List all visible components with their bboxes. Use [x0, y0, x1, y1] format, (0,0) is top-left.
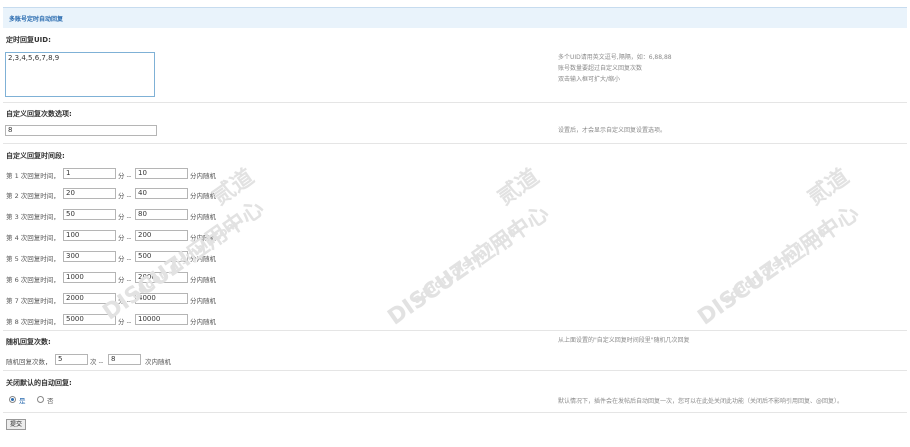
random-from-input[interactable]: 5	[55, 354, 88, 365]
random-prefix: 随机回复次数，	[6, 358, 52, 366]
interval-from-input[interactable]: 20	[63, 188, 116, 199]
interval-to-input[interactable]: 10	[135, 168, 188, 179]
panel-title: 多账号定时自动回复	[9, 16, 64, 23]
uid-hint-2: 账号数量要超过自定义回复次数	[558, 65, 643, 72]
random-mid-text: 次 --	[90, 358, 104, 366]
times-hint: 设置后，才会显示自定义回复设置选项。	[558, 127, 667, 134]
divider	[3, 412, 907, 413]
radio-yes[interactable]	[9, 396, 16, 403]
watermark-site-mid: addon.dismall.com	[410, 221, 523, 307]
panel-header: 多账号定时自动回复	[3, 7, 907, 28]
interval-row-label: 第 7 次回复时间，	[6, 297, 60, 305]
interval-from-input[interactable]: 1	[63, 168, 116, 179]
interval-from-input[interactable]: 300	[63, 251, 116, 262]
divider	[3, 330, 907, 331]
random-label: 随机回复次数:	[6, 338, 51, 346]
close-default-label: 关闭默认的自动回复:	[6, 379, 72, 387]
divider	[3, 102, 907, 103]
interval-row-label: 第 5 次回复时间，	[6, 255, 60, 263]
divider	[3, 370, 907, 371]
watermark-site-right: addon.dismall.com	[720, 221, 833, 307]
interval-to-input[interactable]: 80	[135, 209, 188, 220]
interval-mid-text: 分 --	[118, 255, 132, 263]
interval-from-input[interactable]: 100	[63, 230, 116, 241]
times-input[interactable]: 8	[5, 125, 157, 136]
radio-no-label: 否	[47, 397, 54, 405]
interval-mid-text: 分 --	[118, 234, 132, 242]
uid-hint-3: 双击输入框可扩大/缩小	[558, 76, 621, 83]
interval-row-label: 第 4 次回复时间，	[6, 234, 60, 242]
interval-end-text: 分内随机	[190, 297, 216, 305]
uid-hint-1: 多个UID请用英文逗号,隔隔，如：6,88,88	[558, 54, 672, 61]
times-label: 自定义回复次数选项:	[6, 110, 72, 118]
interval-row-label: 第 6 次回复时间，	[6, 276, 60, 284]
interval-end-text: 分内随机	[190, 276, 216, 284]
random-hint: 从上面设置的"自定义回复时间段里"随机几次回复	[558, 337, 690, 344]
radio-yes-label: 是	[19, 397, 26, 405]
interval-from-input[interactable]: 50	[63, 209, 116, 220]
interval-row-label: 第 3 次回复时间，	[6, 213, 60, 221]
interval-from-input[interactable]: 1000	[63, 272, 116, 283]
random-suffix: 次内随机	[145, 358, 171, 366]
close-default-hint: 默认情况下，插件会在发帖后自动回复一次，您可以在此处关闭此功能（关闭后不影响引用…	[558, 398, 844, 405]
uid-label: 定时回复UID:	[6, 36, 51, 44]
radio-no[interactable]	[37, 396, 44, 403]
interval-mid-text: 分 --	[118, 172, 132, 180]
interval-row-label: 第 2 次回复时间，	[6, 192, 60, 200]
interval-end-text: 分内随机	[190, 318, 216, 326]
interval-mid-text: 分 --	[118, 192, 132, 200]
submit-button[interactable]: 提交	[6, 419, 26, 430]
random-to-input[interactable]: 8	[108, 354, 141, 365]
uid-textarea[interactable]: 2,3,4,5,6,7,8,9	[5, 52, 155, 97]
uid-hints: 多个UID请用英文逗号,隔隔，如：6,88,88 账号数量要超过自定义回复次数 …	[558, 52, 672, 85]
interval-row-label: 第 1 次回复时间，	[6, 172, 60, 180]
interval-row-label: 第 8 次回复时间，	[6, 318, 60, 326]
interval-to-input[interactable]: 10000	[135, 314, 188, 325]
divider	[3, 143, 907, 144]
interval-mid-text: 分 --	[118, 213, 132, 221]
interval-label: 自定义回复时间段:	[6, 152, 65, 160]
interval-to-input[interactable]: 40	[135, 188, 188, 199]
